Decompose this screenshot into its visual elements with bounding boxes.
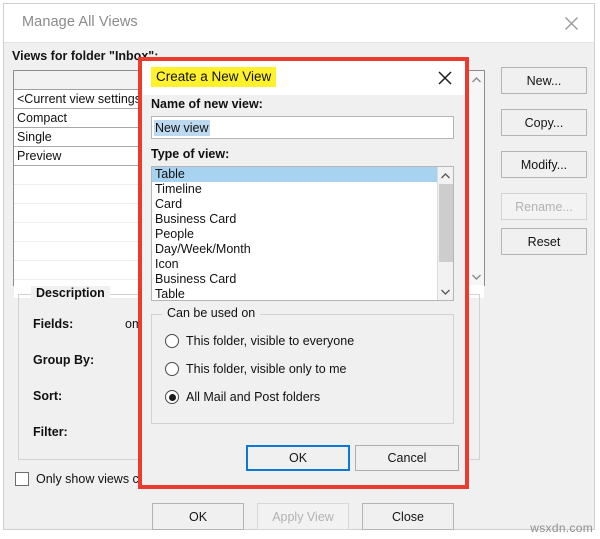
type-option-timeline[interactable]: Timeline	[152, 182, 453, 197]
inner-ok-button[interactable]: OK	[246, 445, 350, 471]
chevron-up-icon[interactable]	[468, 71, 484, 88]
modify-button[interactable]: Modify...	[501, 151, 587, 178]
description-groupby-label: Group By:	[33, 353, 95, 367]
create-a-new-view-dialog: Create a New View Name of new view: New …	[142, 61, 465, 485]
type-option-table[interactable]: Table	[152, 167, 453, 182]
close-icon[interactable]	[548, 4, 594, 42]
close-icon[interactable]	[433, 66, 457, 90]
radio-this-folder-only-me[interactable]: This folder, visible only to me	[165, 362, 347, 376]
type-option-day-week-month[interactable]: Day/Week/Month	[152, 242, 453, 257]
type-of-view-listbox[interactable]: Table Timeline Card Business Card People…	[151, 166, 454, 301]
type-of-view-label: Type of view:	[151, 147, 230, 161]
description-sort-label: Sort:	[33, 389, 63, 403]
radio-all-mail-and-post-folders[interactable]: All Mail and Post folders	[165, 390, 320, 404]
inner-dialog-title: Create a New View	[151, 67, 277, 87]
description-fields-label: Fields:	[33, 317, 74, 331]
type-option-table-2[interactable]: Table	[152, 287, 453, 300]
chevron-down-icon[interactable]	[438, 283, 453, 300]
page-title: Manage All Views	[22, 14, 138, 30]
radio-icon[interactable]	[165, 362, 179, 376]
close-button[interactable]: Close	[362, 503, 454, 530]
outer-titlebar: Manage All Views	[4, 4, 594, 43]
type-option-people[interactable]: People	[152, 227, 453, 242]
can-be-used-on-group: Can be used on This folder, visible to e…	[151, 306, 454, 424]
description-filter-label: Filter:	[33, 425, 68, 439]
inner-dialog-body: Name of new view: New view Type of view:…	[142, 95, 465, 485]
new-view-name-input[interactable]: New view	[151, 116, 454, 139]
description-legend: Description	[31, 286, 110, 300]
chevron-down-icon[interactable]	[468, 268, 484, 285]
inner-cancel-button[interactable]: Cancel	[355, 445, 459, 471]
type-option-icon[interactable]: Icon	[152, 257, 453, 272]
name-of-new-view-label: Name of new view:	[151, 97, 263, 111]
type-option-business-card[interactable]: Business Card	[152, 212, 453, 227]
radio-label: This folder, visible only to me	[186, 362, 347, 376]
screen: Manage All Views Views for folder "Inbox…	[0, 0, 600, 539]
views-for-folder-label: Views for folder "Inbox":	[12, 49, 159, 63]
copy-button[interactable]: Copy...	[501, 109, 587, 136]
radio-label: This folder, visible to everyone	[186, 334, 355, 348]
type-option-card[interactable]: Card	[152, 197, 453, 212]
radio-icon[interactable]	[165, 334, 179, 348]
type-option-business-card-2[interactable]: Business Card	[152, 272, 453, 287]
rename-button: Rename...	[501, 193, 587, 220]
ok-button[interactable]: OK	[152, 503, 244, 530]
type-list-scrollbar[interactable]	[437, 167, 453, 300]
new-button[interactable]: New...	[501, 67, 587, 94]
view-list-scrollbar[interactable]	[467, 71, 484, 285]
can-be-used-on-legend: Can be used on	[162, 306, 261, 320]
scrollbar-thumb[interactable]	[439, 184, 453, 262]
chevron-up-icon[interactable]	[438, 167, 453, 184]
checkbox-box[interactable]	[15, 472, 29, 486]
watermark: wsxdn.com	[530, 521, 593, 535]
new-view-name-value: New view	[154, 119, 210, 136]
radio-this-folder-everyone[interactable]: This folder, visible to everyone	[165, 334, 354, 348]
reset-button[interactable]: Reset	[501, 228, 587, 255]
radio-label: All Mail and Post folders	[186, 390, 321, 404]
apply-view-button: Apply View	[257, 503, 349, 530]
radio-icon-selected[interactable]	[165, 390, 179, 404]
inner-titlebar: Create a New View	[142, 61, 465, 95]
